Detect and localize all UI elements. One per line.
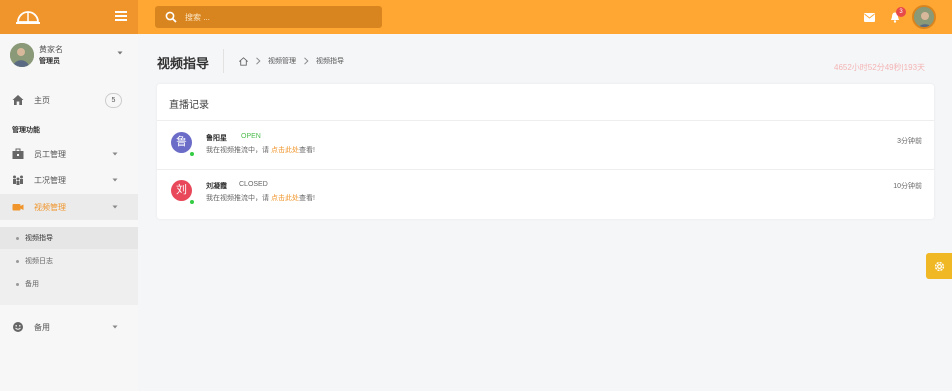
bullet-dot bbox=[16, 282, 19, 286]
sidebar-item-staff[interactable]: 员工管理 bbox=[0, 141, 138, 167]
search-icon bbox=[165, 11, 177, 23]
message-text-after: 查看! bbox=[298, 147, 315, 154]
uptime-counter: 4652小时52分49秒|193天 bbox=[834, 63, 926, 72]
gear-icon bbox=[934, 261, 944, 271]
search-placeholder: 搜索 ... bbox=[185, 12, 210, 22]
user-panel[interactable]: 黄家名 管理员 bbox=[10, 43, 130, 73]
home-count-badge: 5 bbox=[105, 92, 122, 108]
caret-down-icon[interactable] bbox=[117, 50, 123, 56]
user-avatar bbox=[10, 43, 34, 67]
video-submenu: 视频指导 视频日志 备用 bbox=[0, 227, 138, 305]
submenu-item-label: 视频指导 bbox=[25, 235, 53, 242]
sidebar: 黄家名 管理员 主页 5 管理功能 员工管理 工况管理 视频管理 视频指导 视频… bbox=[0, 34, 138, 391]
card-title: 直播记录 bbox=[169, 100, 209, 111]
online-indicator bbox=[189, 151, 195, 157]
status-badge: OPEN bbox=[241, 133, 261, 140]
submenu-item-video-guide[interactable]: 视频指导 bbox=[0, 227, 138, 249]
timestamp: 10分钟前 bbox=[893, 183, 922, 190]
submenu-item-label: 备用 bbox=[25, 281, 39, 288]
chevron-right-icon bbox=[256, 57, 261, 65]
message-text-before: 我在视频推流中，请 bbox=[206, 147, 271, 154]
top-bar: 搜索 ... 3 bbox=[0, 0, 952, 34]
sidebar-item-label: 主页 bbox=[34, 95, 50, 105]
smile-icon bbox=[13, 322, 23, 332]
caret-down-icon bbox=[112, 178, 118, 182]
sidebar-item-label: 备用 bbox=[34, 322, 50, 332]
status-badge: CLOSED bbox=[239, 181, 268, 188]
sidebar-item-label: 视频管理 bbox=[34, 202, 66, 212]
page-title: 视频指导 bbox=[157, 56, 210, 71]
sidebar-item-label: 工况管理 bbox=[34, 175, 66, 185]
avatar: 刘 bbox=[171, 180, 192, 201]
home-outline-icon[interactable] bbox=[239, 56, 248, 66]
title-divider bbox=[223, 49, 224, 73]
user-photo bbox=[10, 43, 34, 67]
bullet-dot bbox=[16, 259, 19, 263]
section-title: 管理功能 bbox=[12, 127, 40, 134]
search-input[interactable]: 搜索 ... bbox=[155, 6, 382, 28]
notification-badge: 3 bbox=[896, 7, 906, 17]
caret-down-icon bbox=[112, 205, 118, 209]
timestamp: 3分钟前 bbox=[897, 138, 922, 145]
bullet-dot bbox=[16, 236, 19, 240]
caret-down-icon bbox=[112, 325, 118, 329]
sender-name: 鲁阳星 bbox=[206, 135, 227, 142]
user-role: 管理员 bbox=[39, 58, 60, 65]
message-text-before: 我在视频推流中，请 bbox=[206, 195, 271, 202]
header-avatar[interactable] bbox=[912, 5, 936, 29]
chevron-right-icon bbox=[304, 57, 309, 65]
submenu-item-label: 视频日志 bbox=[25, 258, 53, 265]
message-text: 我在视频推流中，请 点击此处查看! bbox=[206, 145, 315, 155]
view-link[interactable]: 点击此处 bbox=[271, 195, 299, 202]
user-name: 黄家名 bbox=[39, 45, 63, 54]
breadcrumb-item[interactable]: 视频管理 bbox=[268, 56, 296, 66]
user-photo bbox=[914, 7, 934, 27]
briefcase-icon bbox=[12, 148, 24, 159]
breadcrumb: 视频管理 视频指导 bbox=[239, 56, 344, 66]
message-text: 我在视频推流中，请 点击此处查看! bbox=[206, 193, 315, 203]
sidebar-item-label: 员工管理 bbox=[34, 149, 66, 159]
hamburger-menu-icon[interactable] bbox=[115, 10, 127, 22]
mail-icon[interactable] bbox=[864, 13, 875, 22]
brand-area bbox=[0, 0, 138, 34]
helmet-logo-icon[interactable] bbox=[15, 6, 41, 27]
team-icon bbox=[13, 175, 23, 185]
list-item: 鲁 鲁阳星 OPEN 我在视频推流中，请 点击此处查看! 3分钟前 bbox=[157, 121, 934, 169]
breadcrumb-item: 视频指导 bbox=[316, 58, 344, 65]
caret-down-icon bbox=[112, 152, 118, 156]
message-text-after: 查看! bbox=[298, 195, 315, 202]
view-link[interactable]: 点击此处 bbox=[271, 147, 299, 154]
submenu-item-backup[interactable]: 备用 bbox=[0, 273, 138, 295]
sidebar-item-backup[interactable]: 备用 bbox=[0, 314, 138, 340]
sender-name: 刘凝霞 bbox=[206, 183, 227, 190]
submenu-item-video-log[interactable]: 视频日志 bbox=[0, 250, 138, 272]
list-item: 刘 刘凝霞 CLOSED 我在视频推流中，请 点击此处查看! 10分钟前 bbox=[157, 170, 934, 218]
sidebar-item-conditions[interactable]: 工况管理 bbox=[0, 167, 138, 193]
home-icon bbox=[12, 95, 24, 105]
online-indicator bbox=[189, 199, 195, 205]
live-record-card: 直播记录 鲁 鲁阳星 OPEN 我在视频推流中，请 点击此处查看! 3分钟前 刘… bbox=[157, 84, 934, 219]
settings-button[interactable] bbox=[926, 253, 952, 279]
avatar: 鲁 bbox=[171, 132, 192, 153]
video-camera-icon bbox=[12, 204, 24, 211]
sidebar-item-video[interactable]: 视频管理 bbox=[0, 194, 138, 220]
sidebar-item-home[interactable]: 主页 5 bbox=[0, 87, 138, 113]
